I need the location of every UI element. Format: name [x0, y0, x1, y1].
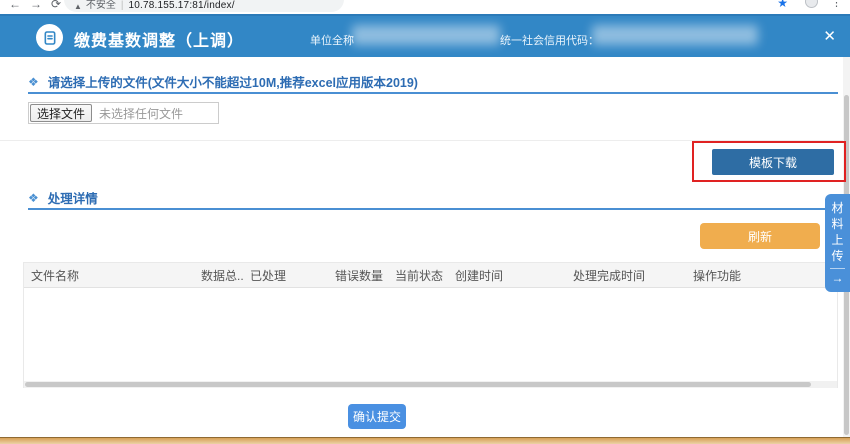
modal-header: 缴费基数调整（上调） 单位全称 统一社会信用代码： ✕: [0, 14, 850, 57]
side-tab-char: 料: [831, 216, 843, 232]
processing-table: 文件名称 数据总... 已处理 错误数量 当前状态 创建时间 处理完成时间 操作…: [23, 262, 838, 388]
col-data-total: 数据总...: [194, 267, 243, 284]
side-tab-char: 上: [831, 232, 843, 248]
details-section-header: ❖ 处理详情: [28, 188, 98, 207]
table-header-row: 文件名称 数据总... 已处理 错误数量 当前状态 创建时间 处理完成时间 操作…: [24, 263, 837, 288]
address-separator: |: [121, 0, 124, 11]
confirm-submit-button[interactable]: 确认提交: [348, 404, 406, 429]
col-processed: 已处理: [243, 267, 328, 284]
side-tab-arrow-icon[interactable]: →: [832, 271, 844, 285]
col-file-name: 文件名称: [24, 267, 194, 284]
browser-menu-icon[interactable]: ⋮: [831, 0, 842, 9]
horizontal-scrollbar[interactable]: [24, 381, 837, 388]
page-title: 缴费基数调整（上调）: [74, 27, 244, 51]
section-divider: [28, 208, 838, 210]
close-icon[interactable]: ✕: [823, 28, 836, 46]
document-badge-icon: [36, 24, 63, 51]
bookmark-star-icon[interactable]: ★: [777, 0, 788, 10]
material-upload-side-tab[interactable]: 材 料 上 传 →: [825, 194, 850, 292]
col-operations: 操作功能: [686, 267, 837, 284]
col-create-time: 创建时间: [448, 267, 566, 284]
template-download-button[interactable]: 模板下载: [712, 149, 834, 175]
company-name-label: 单位全称: [310, 32, 354, 48]
not-secure-warning-icon: ▲: [74, 2, 82, 11]
upload-section-title: 请选择上传的文件(文件大小不能超过10M,推荐excel应用版本2019): [48, 72, 418, 91]
browser-toolbar: ← → ⟳ ▲ 不安全 | 10.78.155.17:81/index/ ★ ⋮: [0, 0, 850, 14]
col-current-status: 当前状态: [388, 267, 448, 284]
horizontal-scrollbar-thumb[interactable]: [25, 382, 811, 387]
profile-avatar[interactable]: [805, 0, 818, 8]
side-tab-char: 材: [831, 200, 843, 216]
col-finish-time: 处理完成时间: [566, 267, 686, 284]
no-file-selected-text: 未选择任何文件: [99, 105, 183, 122]
not-secure-label: 不安全: [86, 0, 116, 11]
upload-section-header: ❖ 请选择上传的文件(文件大小不能超过10M,推荐excel应用版本2019): [28, 72, 418, 91]
address-bar[interactable]: ▲ 不安全 | 10.78.155.17:81/index/: [64, 0, 344, 12]
bottom-window-bar: [0, 437, 850, 444]
back-icon[interactable]: ←: [9, 0, 21, 11]
side-tab-divider: [830, 268, 845, 269]
file-input[interactable]: 选择文件 未选择任何文件: [28, 102, 219, 124]
screen: ← → ⟳ ▲ 不安全 | 10.78.155.17:81/index/ ★ ⋮…: [0, 0, 850, 444]
col-error-count: 错误数量: [328, 267, 388, 284]
forward-icon[interactable]: →: [30, 0, 42, 11]
refresh-button[interactable]: 刷新: [700, 223, 820, 249]
credit-code-redacted-value: [592, 25, 758, 45]
url-text: 10.78.155.17:81/index/: [129, 0, 235, 11]
reload-icon[interactable]: ⟳: [51, 0, 61, 11]
details-section-title: 处理详情: [48, 188, 98, 207]
table-body-empty: [24, 288, 837, 381]
section-divider: [28, 92, 838, 94]
section-diamond-icon: ❖: [28, 191, 39, 205]
section-diamond-icon: ❖: [28, 75, 39, 89]
choose-file-button[interactable]: 选择文件: [30, 104, 92, 122]
side-tab-char: 传: [831, 248, 843, 264]
credit-code-label: 统一社会信用代码：: [500, 32, 599, 48]
company-name-redacted-value: [352, 25, 500, 45]
